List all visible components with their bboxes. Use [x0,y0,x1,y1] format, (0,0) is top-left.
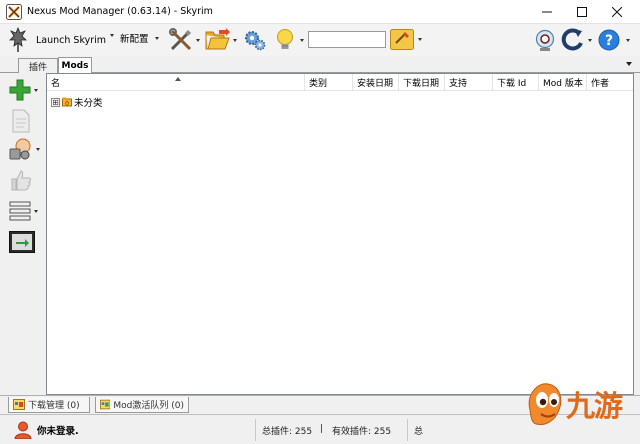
svg-text:?: ? [605,33,613,49]
chevron-down-icon [418,38,422,41]
chevron-down-icon [34,88,38,92]
endorse-mod-button[interactable] [9,169,33,191]
main-toolbar: Launch Skyrim 新配置 ? [0,24,640,56]
activation-queue-icon [100,399,111,410]
title-bar: Nexus Mod Manager (0.63.14) - Skyrim [0,0,640,24]
chevron-down-icon [36,147,40,151]
chevron-down-icon [196,38,200,42]
check-updates-button[interactable] [561,27,592,53]
column-header-install-date[interactable]: 安装日期 [353,74,399,91]
tab-activation-queue[interactable]: Mod激活队列 (0) [95,397,189,413]
mod-categories-button[interactable] [9,137,40,161]
window-title: Nexus Mod Manager (0.63.14) - Skyrim [27,6,213,17]
search-icon [390,29,414,50]
maximize-button[interactable] [567,0,597,24]
total-plugins-count: 总插件: 255 [262,427,313,437]
chevron-down-icon [300,38,304,42]
profile-button[interactable]: 新配置 [120,31,159,45]
chevron-down-icon [588,38,592,42]
download-manager-label: 下载管理 (0) [28,401,80,411]
column-header-mod-version[interactable]: Mod 版本 [539,74,587,91]
category-folder-icon: 0 [62,97,72,107]
lightbulb-icon [277,29,293,49]
tab-mods[interactable]: Mods [58,57,92,73]
online-status-button[interactable] [533,28,557,52]
column-header-author[interactable]: 作者 [587,74,633,91]
login-status[interactable]: 你未登录. [14,421,79,439]
launch-game-button[interactable]: Launch Skyrim [8,27,106,53]
list-view-icon [9,201,31,221]
mod-info-button[interactable] [9,109,31,133]
minimize-button[interactable] [532,0,562,24]
mods-list-header: 名 类别 安装日期 下载日期 支持 下载 Id Mod 版本 作者 [47,74,633,91]
profile-label: 新配置 [120,34,149,45]
categories-icon [9,138,31,160]
login-status-text: 你未登录. [37,426,79,437]
folder-icon [205,28,230,50]
minimize-icon [542,11,552,13]
chevron-down-icon [34,209,38,213]
launch-dropdown[interactable] [110,34,114,37]
search-button[interactable] [390,29,422,50]
export-mod-list-button[interactable] [9,231,35,253]
status-separator: | [320,424,324,434]
tab-list-dropdown[interactable] [626,62,632,66]
refresh-icon [561,28,583,51]
chevron-down-icon [233,38,237,42]
download-manager-icon [13,399,25,410]
view-options-button[interactable] [9,200,38,222]
search-input[interactable] [308,31,386,48]
chevron-down-icon [626,38,630,42]
user-icon [14,421,32,439]
watermark-mascot-logo [528,383,562,425]
category-label: 未分类 [74,98,103,109]
tools-icon [169,28,192,51]
tab-plugins[interactable]: 插件 [18,58,58,73]
thumbs-up-icon [11,170,31,191]
tools-button[interactable] [168,27,200,53]
status-divider [407,419,408,441]
watermark: 九游 [524,376,640,432]
launch-label: Launch Skyrim [36,34,107,46]
svg-text:0: 0 [65,100,69,107]
activation-queue-label: Mod激活队列 (0) [113,401,184,411]
status-truncated-text: 总 [414,427,424,437]
nexus-app-icon [6,4,22,20]
expand-toggle[interactable]: ⊞ [51,97,60,107]
status-divider [255,419,256,441]
help-button[interactable]: ? [598,27,630,53]
help-icon: ? [598,29,620,51]
view-tabs: 插件 Mods [0,56,640,73]
sort-ascending-icon [175,77,181,81]
column-header-support[interactable]: 支持 [445,74,493,91]
watermark-text: 九游 [566,389,623,423]
skyrim-dragon-icon [9,27,27,52]
open-folder-button[interactable] [205,28,237,52]
chevron-down-icon [154,36,159,40]
settings-button[interactable] [243,28,267,52]
close-button[interactable] [602,0,632,24]
tips-button[interactable] [274,27,304,53]
column-header-download-date[interactable]: 下载日期 [399,74,445,91]
mod-actions-sidebar [0,73,46,395]
gears-icon [245,31,266,51]
category-row[interactable]: ⊞ 0 未分类 [51,95,103,109]
globe-icon [535,29,555,51]
maximize-icon [577,7,587,17]
chevron-down-icon [110,34,114,37]
close-icon [612,7,622,17]
active-plugins-count: 有效插件: 255 [332,427,392,437]
export-icon [9,231,35,253]
plus-icon [9,79,31,101]
add-mod-button[interactable] [9,79,38,101]
column-header-category[interactable]: 类别 [305,74,353,91]
document-icon [12,109,30,133]
column-header-download-id[interactable]: 下载 Id [493,74,539,91]
mods-list[interactable]: 名 类别 安装日期 下载日期 支持 下载 Id Mod 版本 作者 ⊞ 0 未分… [46,73,634,395]
tab-download-manager[interactable]: 下载管理 (0) [8,397,90,413]
